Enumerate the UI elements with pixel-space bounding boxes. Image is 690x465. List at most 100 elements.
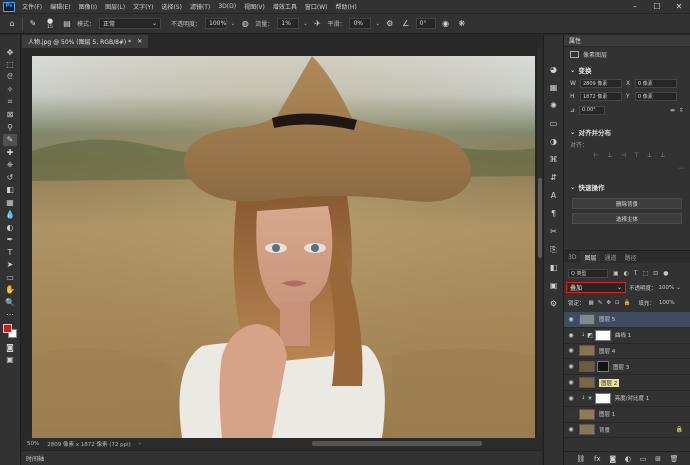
path-selection-tool-icon[interactable]: ➤	[3, 259, 17, 271]
home-icon[interactable]: ⌂	[6, 18, 18, 30]
layer-name[interactable]: 亮度/对比度 1	[615, 394, 650, 402]
menu-file[interactable]: 文件(F)	[18, 2, 46, 11]
lock-image-icon[interactable]: ✎	[598, 300, 603, 306]
layer-mask-thumbnail[interactable]	[594, 392, 611, 404]
paragraph-panel-icon[interactable]: ¶	[547, 207, 560, 220]
flip-vertical-icon[interactable]: ⇳	[679, 107, 684, 114]
menu-help[interactable]: 帮助(H)	[332, 2, 361, 11]
glyphs-panel-icon[interactable]: ▣	[547, 279, 560, 292]
character-panel-icon[interactable]: A	[547, 189, 560, 202]
menu-edit[interactable]: 编辑(E)	[46, 2, 74, 11]
filter-adjustment-icon[interactable]: ◐	[624, 270, 629, 277]
delete-layer-icon[interactable]: 🗑	[670, 455, 679, 463]
zoom-level[interactable]: 50%	[27, 441, 39, 447]
more-icon[interactable]: ⋯	[678, 165, 684, 172]
add-mask-icon[interactable]: ◙	[609, 455, 616, 463]
maximize-icon[interactable]: ☐	[646, 0, 668, 13]
layer-row[interactable]: ◉ ↓ ☀ 亮度/对比度 1	[564, 391, 690, 407]
layer-row[interactable]: ◉ 背景 🔒	[564, 423, 690, 439]
close-icon[interactable]: ✕	[137, 38, 142, 45]
type-tool-icon[interactable]: T	[3, 246, 17, 258]
actions-panel-icon[interactable]: ⇵	[547, 171, 560, 184]
new-layer-icon[interactable]: ⊞	[655, 455, 661, 463]
layer-name[interactable]: 图层 3	[613, 363, 629, 371]
filter-shape-icon[interactable]: ⬚	[643, 270, 649, 277]
healing-brush-tool-icon[interactable]: ✚	[3, 146, 17, 158]
select-subject-button[interactable]: 选择主体	[572, 213, 682, 224]
align-top-icon[interactable]: ⊤	[634, 152, 639, 159]
eye-icon[interactable]: ◉	[566, 363, 576, 370]
align-left-icon[interactable]: ⊢	[594, 152, 599, 159]
dodge-tool-icon[interactable]: ◐	[3, 221, 17, 233]
eye-icon[interactable]: ◉	[566, 426, 576, 433]
chevron-down-icon[interactable]: ⌄	[231, 21, 235, 27]
rotation-field[interactable]: 0.00°	[579, 105, 606, 115]
swatches-panel-icon[interactable]: ▦	[547, 81, 560, 94]
frame-tool-icon[interactable]: ⊠	[3, 109, 17, 121]
history-panel-icon[interactable]: ⌘	[547, 153, 560, 166]
lock-all-icon[interactable]: 🔒	[624, 300, 631, 306]
gear-icon[interactable]: ⚙	[384, 18, 396, 30]
foreground-color-swatch[interactable]	[3, 324, 12, 333]
info-panel-icon[interactable]: ⚙	[547, 297, 560, 310]
align-section[interactable]: ⌄ 对齐并分布	[564, 123, 690, 139]
layer-row[interactable]: ◉ ↓ ◩ 曲线 1	[564, 328, 690, 344]
eye-hidden-icon[interactable]: ◌	[566, 411, 576, 418]
color-swatches[interactable]	[2, 323, 18, 339]
layer-name[interactable]: 图层 2	[599, 378, 620, 387]
remove-background-button[interactable]: 删除背景	[572, 198, 682, 209]
marquee-tool-icon[interactable]: ⬚	[3, 59, 17, 71]
horizontal-scrollbar[interactable]	[312, 441, 482, 446]
canvas-area[interactable]	[22, 48, 542, 438]
pen-tool-icon[interactable]: ✒	[3, 234, 17, 246]
timeline-label[interactable]: 时间轴	[26, 454, 44, 463]
brush-settings-icon[interactable]: ▤	[61, 18, 73, 30]
layer-row[interactable]: ◉ 图层 5	[564, 312, 690, 328]
document-tab[interactable]: 人物.jpg @ 50% (图层 5, RGB/8#) * ✕	[22, 35, 149, 48]
clone-source-panel-icon[interactable]: ⎘	[547, 243, 560, 256]
scroll-thumb[interactable]	[538, 178, 542, 258]
hand-tool-icon[interactable]: ✋	[3, 284, 17, 296]
layer-name[interactable]: 图层 1	[599, 410, 615, 418]
layer-name[interactable]: 图层 5	[599, 315, 615, 323]
eraser-tool-icon[interactable]: ◧	[3, 184, 17, 196]
zoom-tool-icon[interactable]: 🔍	[3, 296, 17, 308]
layer-row[interactable]: ◉ 图层 4	[564, 344, 690, 360]
layer-row[interactable]: ◌ 图层 1	[564, 407, 690, 423]
menu-3d[interactable]: 3D(D)	[214, 3, 240, 10]
adjustments-panel-icon[interactable]: ◑	[547, 135, 560, 148]
rectangle-tool-icon[interactable]: ▭	[3, 271, 17, 283]
x-field[interactable]: 0 像素	[635, 79, 677, 88]
lock-artboard-icon[interactable]: ⊡	[615, 300, 620, 306]
brush-tool-preset-icon[interactable]: ✎	[27, 18, 39, 30]
align-bottom-icon[interactable]: ⊥	[660, 152, 665, 159]
quick-selection-tool-icon[interactable]: ✧	[3, 84, 17, 96]
layer-opacity-value[interactable]: 100%	[659, 285, 675, 291]
menu-select[interactable]: 选择(S)	[157, 2, 186, 11]
filter-type-icon[interactable]: T	[634, 270, 638, 277]
navigator-panel-icon[interactable]: ◧	[547, 261, 560, 274]
chevron-down-icon[interactable]: ⌄	[676, 285, 681, 291]
layer-name[interactable]: 背景	[599, 426, 610, 434]
fill-value[interactable]: 100%	[659, 300, 675, 306]
tab-layers[interactable]: 图层	[580, 251, 601, 263]
more-tools-icon[interactable]: ⋯	[3, 309, 17, 321]
menu-type[interactable]: 文字(Y)	[129, 2, 157, 11]
flip-horizontal-icon[interactable]: ⇹	[670, 107, 675, 114]
smoothing-field[interactable]: 0%	[349, 18, 372, 29]
lock-transparent-icon[interactable]: ▦	[589, 300, 594, 306]
link-layers-icon[interactable]: ⛓	[576, 455, 585, 463]
eye-icon[interactable]: ◉	[566, 379, 576, 386]
brush-tool-icon[interactable]: ✎	[3, 133, 17, 146]
libraries-panel-icon[interactable]: ▭	[547, 117, 560, 130]
menu-plugins[interactable]: 增效工具	[269, 2, 301, 11]
pressure-opacity-icon[interactable]: ◍	[239, 18, 251, 30]
adjustment-layer-icon[interactable]: ◐	[625, 455, 631, 463]
quick-mask-icon[interactable]: ◙	[3, 341, 17, 353]
brushes-panel-icon[interactable]: ✂	[547, 225, 560, 238]
menu-image[interactable]: 图像(I)	[75, 2, 101, 11]
lasso-tool-icon[interactable]: ᘓ	[3, 71, 17, 83]
align-right-icon[interactable]: ⊣	[620, 152, 625, 159]
pressure-size-icon[interactable]: ◉	[440, 18, 452, 30]
tab-3d[interactable]: 3D	[564, 251, 580, 263]
